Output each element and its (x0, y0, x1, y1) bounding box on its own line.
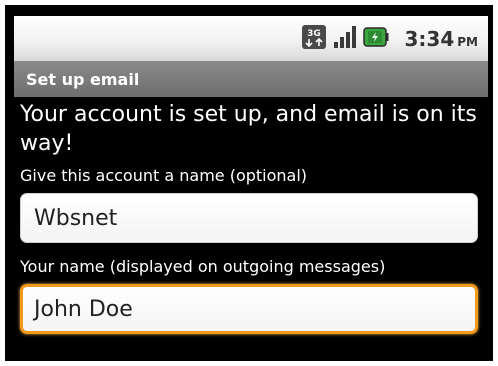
phone-screen: 3G 3:34 PM Set up email Your account is … (5, 5, 493, 361)
3g-data-icon: 3G (301, 24, 327, 54)
title-bar: Set up email (14, 61, 488, 97)
page-title: Set up email (26, 69, 140, 89)
account-name-value: Wbsnet (34, 205, 118, 231)
your-name-value: John Doe (34, 296, 133, 322)
setup-complete-message: Your account is set up, and email is on … (20, 102, 477, 156)
status-bar: 3G 3:34 PM (14, 16, 488, 61)
your-name-field[interactable]: John Doe (20, 284, 478, 334)
status-clock: 3:34 PM (404, 26, 479, 51)
your-name-label: Your name (displayed on outgoing message… (20, 257, 386, 276)
account-name-label: Give this account a name (optional) (20, 166, 308, 185)
svg-text:3G: 3G (307, 29, 321, 39)
setup-content: Your account is set up, and email is on … (14, 100, 488, 334)
status-icons: 3G 3:34 PM (301, 24, 479, 54)
signal-strength-icon (333, 25, 357, 53)
account-name-field[interactable]: Wbsnet (20, 193, 478, 243)
battery-charging-icon (362, 25, 389, 53)
